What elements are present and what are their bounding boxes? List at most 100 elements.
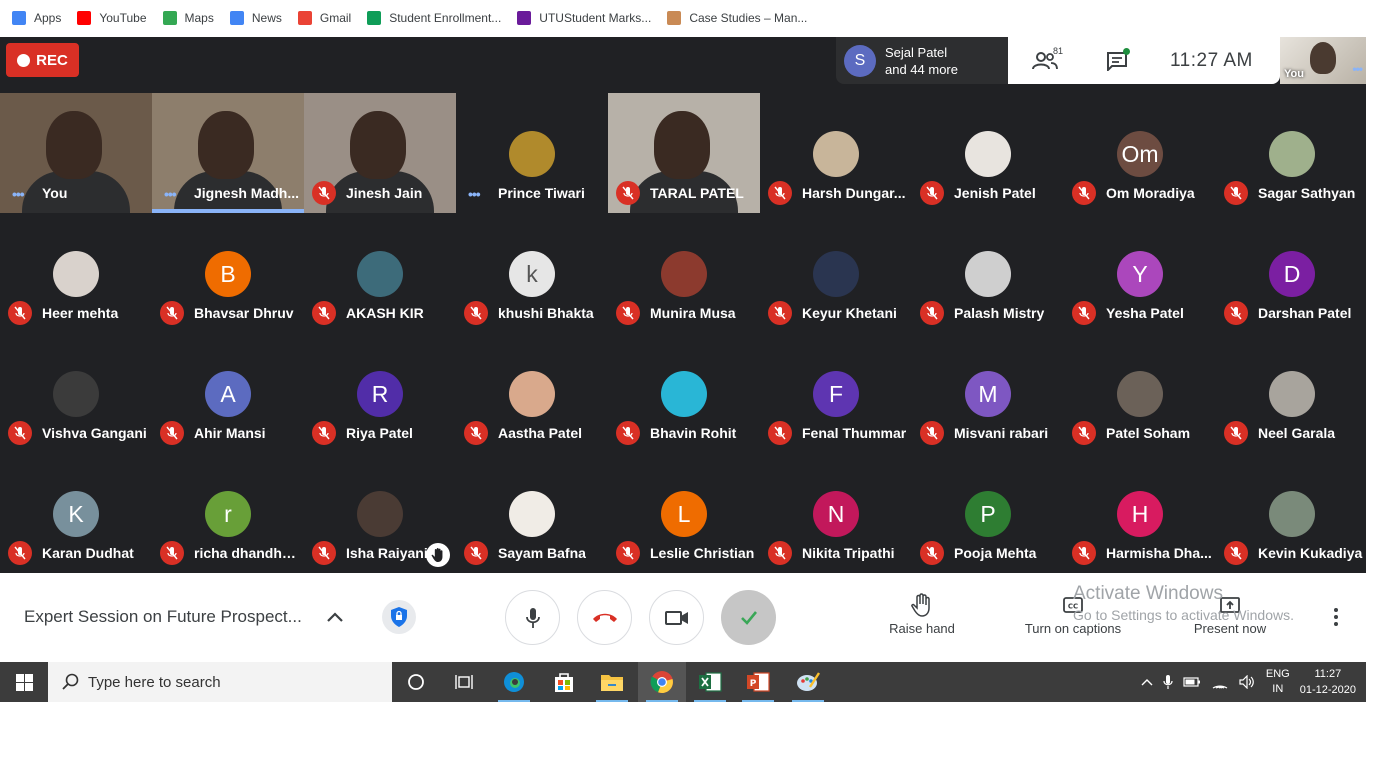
participant-tile[interactable]: R Riya Patel <box>304 333 456 453</box>
meeting-safety-button[interactable] <box>382 600 416 634</box>
participant-tile[interactable]: Neel Garala <box>1216 333 1366 453</box>
taskbar-chrome[interactable] <box>638 662 686 702</box>
participant-tile[interactable]: Sayam Bafna <box>456 453 608 573</box>
bookmark-item[interactable]: UTUStudent Marks... <box>517 11 651 25</box>
participant-tile[interactable]: Munira Musa <box>608 213 760 333</box>
participant-tile[interactable]: F Fenal Thummar <box>760 333 912 453</box>
participant-tile[interactable]: Heer mehta <box>0 213 152 333</box>
maps-icon <box>162 11 177 25</box>
taskbar-powerpoint[interactable]: P <box>734 662 782 702</box>
wifi-icon[interactable] <box>1211 675 1229 689</box>
apps-grid-icon <box>12 11 26 25</box>
taskbar-search-box[interactable]: Type here to search <box>48 662 392 702</box>
participant-initial-avatar: H <box>1117 491 1163 537</box>
participant-tile[interactable]: Patel Soham <box>1064 333 1216 453</box>
participant-initial-avatar: B <box>205 251 251 297</box>
extension-check-button[interactable] <box>721 590 776 645</box>
participant-name: Vishva Gangani <box>42 425 147 441</box>
participant-tile[interactable]: H Harmisha Dha... <box>1064 453 1216 573</box>
microphone-toggle-button[interactable] <box>505 590 560 645</box>
battery-icon[interactable] <box>1183 677 1201 687</box>
edge-icon <box>504 672 524 692</box>
raised-hand-icon <box>426 543 450 567</box>
participant-tile[interactable]: Palash Mistry <box>912 213 1064 333</box>
muted-mic-icon <box>8 541 32 565</box>
participant-tile[interactable]: B Bhavsar Dhruv <box>152 213 304 333</box>
start-button[interactable] <box>0 662 48 702</box>
presenter-chip[interactable]: S Sejal Patel and 44 more <box>836 37 1008 84</box>
participant-tile[interactable]: Isha Raiyani <box>304 453 456 573</box>
people-button[interactable]: 81 <box>1008 37 1082 84</box>
participant-tile[interactable]: ••• Jignesh Madh... <box>152 93 304 213</box>
participant-tile[interactable]: ••• Prince Tiwari <box>456 93 608 213</box>
chat-button[interactable] <box>1082 37 1152 84</box>
participant-tile[interactable]: AKASH KIR <box>304 213 456 333</box>
participant-tile[interactable]: Jenish Patel <box>912 93 1064 213</box>
participant-tile[interactable]: D Darshan Patel <box>1216 213 1366 333</box>
participant-photo-avatar <box>53 371 99 417</box>
self-view-thumbnail[interactable]: You ••• <box>1280 37 1366 84</box>
camera-toggle-button[interactable] <box>649 590 704 645</box>
bookmark-item[interactable]: Case Studies – Man... <box>667 11 807 25</box>
muted-mic-icon <box>1072 301 1096 325</box>
taskbar-paint[interactable] <box>784 662 832 702</box>
tray-overflow-chevron-icon[interactable] <box>1141 678 1153 686</box>
muted-mic-icon <box>464 301 488 325</box>
chevron-up-icon[interactable] <box>326 611 344 623</box>
muted-mic-icon <box>1224 181 1248 205</box>
participant-name: Prince Tiwari <box>498 185 585 201</box>
input-language-indicator[interactable]: ENG IN <box>1266 667 1290 697</box>
participant-tile[interactable]: Aastha Patel <box>456 333 608 453</box>
participant-initial-avatar: L <box>661 491 707 537</box>
participant-video-face <box>46 111 102 179</box>
bookmark-item[interactable]: Apps <box>12 11 61 25</box>
bookmark-item[interactable]: News <box>229 11 282 25</box>
participant-tile[interactable]: k khushi Bhakta <box>456 213 608 333</box>
leave-call-button[interactable] <box>577 590 632 645</box>
participant-tile[interactable]: K Karan Dudhat <box>0 453 152 573</box>
participant-tile[interactable]: Sagar Sathyan <box>1216 93 1366 213</box>
participant-tile[interactable]: r richa dhandhu... <box>152 453 304 573</box>
bookmark-item[interactable]: Student Enrollment... <box>367 11 501 25</box>
participant-tile[interactable]: P Pooja Mehta <box>912 453 1064 573</box>
taskbar-clock[interactable]: 11:27 01-12-2020 <box>1300 666 1356 698</box>
muted-mic-icon <box>8 301 32 325</box>
participant-tile[interactable]: Keyur Khetani <box>760 213 912 333</box>
bookmark-item[interactable]: YouTube <box>77 11 147 25</box>
participant-tile[interactable]: L Leslie Christian <box>608 453 760 573</box>
bookmark-item[interactable]: Gmail <box>297 11 351 25</box>
bookmark-item[interactable]: Maps <box>162 11 214 25</box>
more-options-icon[interactable] <box>1328 607 1344 627</box>
participant-name: Pooja Mehta <box>954 545 1037 561</box>
participant-photo-avatar <box>813 251 859 297</box>
participant-tile[interactable]: Harsh Dungar... <box>760 93 912 213</box>
participant-tile[interactable]: Om Om Moradiya <box>1064 93 1216 213</box>
cortana-button[interactable] <box>392 662 440 702</box>
participant-tile[interactable]: Y Yesha Patel <box>1064 213 1216 333</box>
taskbar-edge[interactable] <box>490 662 538 702</box>
participant-tile[interactable]: Vishva Gangani <box>0 333 152 453</box>
volume-icon[interactable] <box>1239 675 1255 689</box>
presenter-name: Sejal Patel <box>885 44 948 60</box>
taskbar-store[interactable] <box>540 662 588 702</box>
taskbar-excel[interactable] <box>686 662 734 702</box>
folder-icon <box>601 675 623 691</box>
participant-name: Ahir Mansi <box>194 425 266 441</box>
self-view-more-icon[interactable]: ••• <box>1352 62 1363 76</box>
participant-tile[interactable]: Kevin Kukadiya <box>1216 453 1366 573</box>
participant-tile[interactable]: ••• You <box>0 93 152 213</box>
participant-name: Riya Patel <box>346 425 413 441</box>
participant-tile[interactable]: M Misvani rabari <box>912 333 1064 453</box>
task-view-button[interactable] <box>440 662 488 702</box>
participant-tile[interactable]: A Ahir Mansi <box>152 333 304 453</box>
participant-tile[interactable]: Jinesh Jain <box>304 93 456 213</box>
muted-mic-icon <box>160 541 184 565</box>
meeting-title[interactable]: Expert Session on Future Prospect... <box>24 607 302 627</box>
participant-tile[interactable]: N Nikita Tripathi <box>760 453 912 573</box>
raise-hand-button[interactable]: Raise hand <box>884 593 960 636</box>
participant-tile[interactable]: Bhavin Rohit <box>608 333 760 453</box>
muted-mic-icon <box>920 421 944 445</box>
taskbar-file-explorer[interactable] <box>588 662 636 702</box>
tray-microphone-icon[interactable] <box>1163 674 1173 690</box>
participant-tile[interactable]: TARAL PATEL <box>608 93 760 213</box>
